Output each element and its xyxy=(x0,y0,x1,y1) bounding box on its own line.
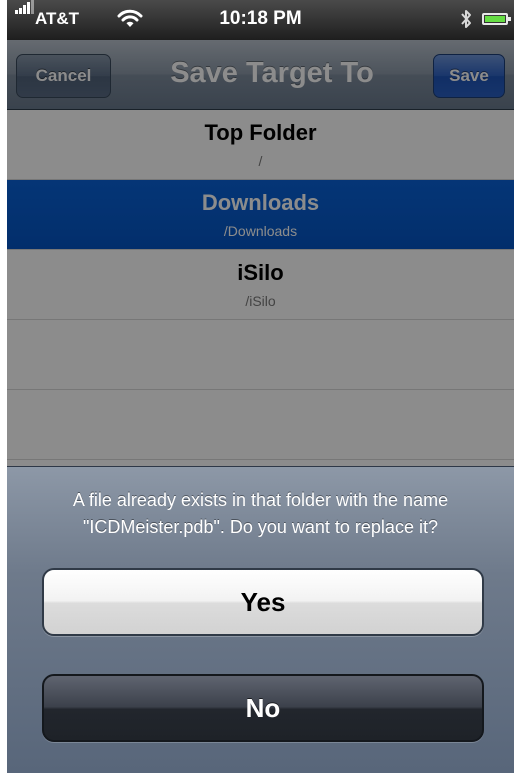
folder-name: Top Folder xyxy=(204,120,317,145)
screen: AT&T 10:18 PM Cancel Save Target To Save… xyxy=(0,0,514,773)
cancel-button[interactable]: Cancel xyxy=(16,54,111,98)
folder-row-downloads[interactable]: Downloads /Downloads xyxy=(7,180,514,250)
action-sheet-message: A file already exists in that folder wit… xyxy=(7,487,514,541)
folder-path: /Downloads xyxy=(223,223,298,239)
save-button[interactable]: Save xyxy=(433,54,505,98)
battery-fill xyxy=(485,16,505,22)
folder-name: Downloads xyxy=(201,190,320,215)
folder-path: / xyxy=(258,153,263,169)
action-sheet: A file already exists in that folder wit… xyxy=(7,466,514,773)
status-bar: AT&T 10:18 PM xyxy=(7,0,514,40)
folder-row-isilo[interactable]: iSilo /iSilo xyxy=(7,250,514,320)
yes-button[interactable]: Yes xyxy=(42,568,484,636)
message-line: A file already exists in that folder wit… xyxy=(72,490,449,510)
nav-title: Save Target To xyxy=(170,57,374,89)
status-clock: 10:18 PM xyxy=(219,8,302,29)
battery-icon xyxy=(482,13,511,25)
empty-row xyxy=(7,390,514,460)
bluetooth-icon xyxy=(459,8,473,35)
empty-row xyxy=(7,320,514,390)
message-line: "ICDMeister.pdb". Do you want to replace… xyxy=(83,517,438,537)
navigation-bar: Cancel Save Target To Save xyxy=(7,40,514,110)
folder-name: iSilo xyxy=(237,260,284,285)
folder-path: /iSilo xyxy=(245,293,276,309)
folder-row-top-folder[interactable]: Top Folder / xyxy=(7,110,514,180)
no-button[interactable]: No xyxy=(42,674,484,742)
